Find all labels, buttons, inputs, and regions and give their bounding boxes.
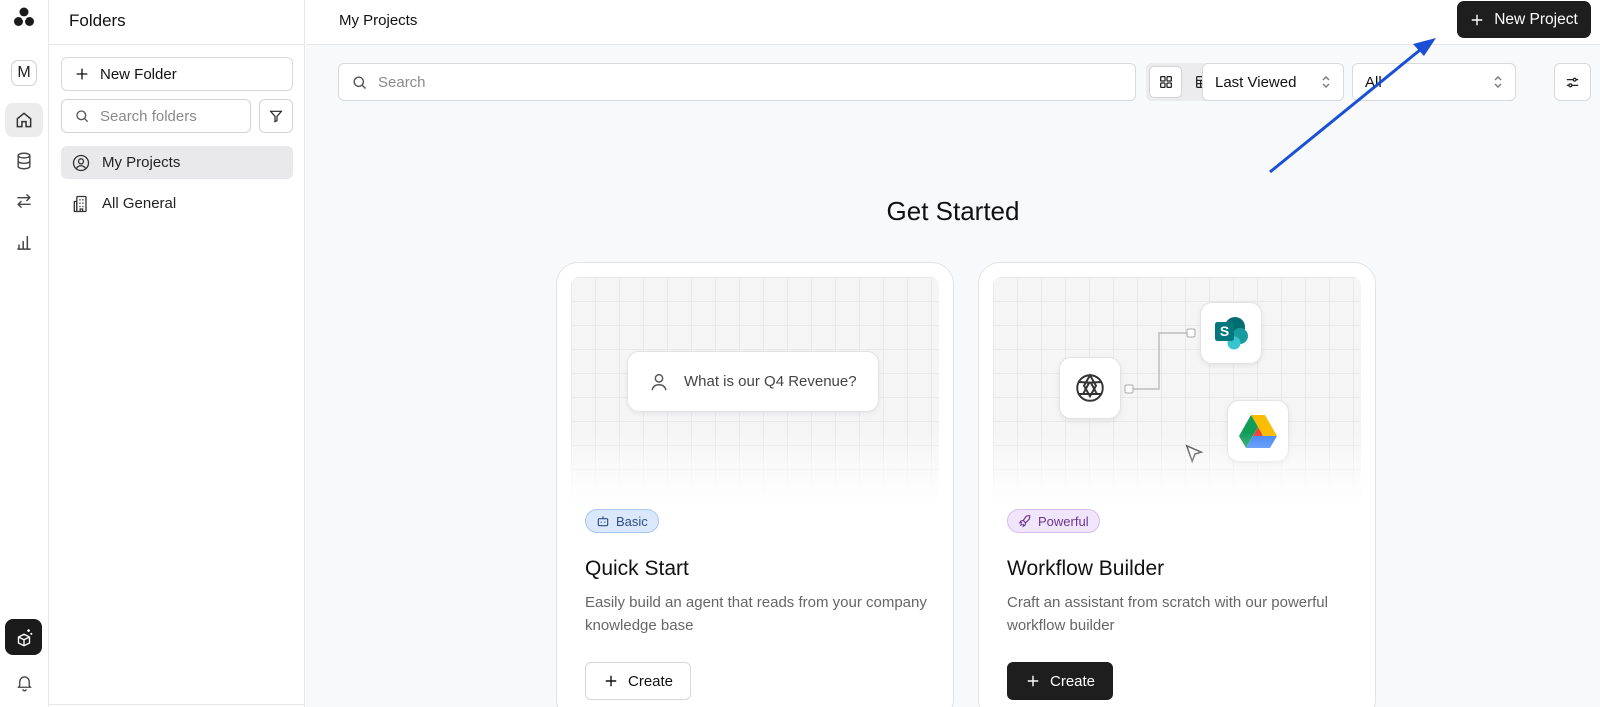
type-filter-select[interactable]: All: [1352, 63, 1516, 101]
notifications-button[interactable]: [5, 665, 43, 699]
sort-select[interactable]: Last Viewed: [1202, 63, 1344, 101]
sharepoint-icon: S: [1215, 317, 1248, 350]
search-placeholder: Search: [378, 73, 426, 91]
chevron-updown-icon: [1494, 76, 1502, 88]
transfer-nav-button[interactable]: [5, 184, 43, 218]
app-logo[interactable]: [12, 6, 36, 30]
new-project-button[interactable]: New Project: [1457, 1, 1591, 38]
sparkle-cube-icon: [17, 629, 32, 647]
analytics-nav-button[interactable]: [5, 225, 43, 259]
rocket-icon: [1018, 515, 1031, 528]
question-text: What is our Q4 Revenue?: [684, 373, 857, 390]
project-search-input[interactable]: Search: [338, 63, 1136, 101]
plus-icon: [1471, 14, 1483, 25]
filter-button[interactable]: [259, 99, 293, 133]
robot-icon: [597, 516, 609, 527]
sidebar-item-label: All General: [102, 195, 177, 212]
database-nav-button[interactable]: [5, 144, 43, 178]
powerful-badge: Powerful: [1007, 509, 1100, 533]
badge-label: Basic: [616, 513, 648, 529]
user-icon: [651, 373, 667, 390]
card-description: Craft an assistant from scratch with our…: [1007, 594, 1328, 634]
building-icon: [73, 195, 87, 212]
card-description: Easily build an agent that reads from yo…: [585, 594, 927, 634]
sort-select-value: Last Viewed: [1215, 73, 1297, 91]
openai-tile: [1059, 357, 1121, 419]
workflow-illustration: S: [993, 277, 1361, 502]
sidebar-item-label: My Projects: [102, 154, 181, 171]
main-content: My Projects New Project Search Last View…: [306, 0, 1600, 707]
plus-icon: [1027, 675, 1039, 687]
search-icon: [76, 110, 89, 123]
top-bar: My Projects New Project: [306, 0, 1600, 45]
plus-icon: [605, 675, 617, 687]
home-nav-button[interactable]: [5, 103, 43, 137]
badge-label: Powerful: [1038, 513, 1089, 529]
grid-icon: [1159, 76, 1172, 88]
sidebar-title: Folders: [49, 0, 304, 45]
type-filter-value: All: [1365, 73, 1382, 91]
view-settings-button[interactable]: [1554, 63, 1591, 101]
basic-badge: Basic: [585, 509, 659, 533]
user-circle-icon: [72, 154, 90, 171]
workspace-avatar[interactable]: M: [11, 60, 37, 86]
question-bubble: What is our Q4 Revenue?: [627, 351, 879, 412]
new-project-label: New Project: [1494, 10, 1578, 28]
new-folder-button[interactable]: New Folder: [61, 57, 293, 91]
plus-icon: [76, 68, 88, 80]
bell-icon: [16, 675, 32, 691]
arrows-swap-icon: [17, 193, 31, 209]
workflow-builder-card[interactable]: S Powerful Workflow Builder Craft an ass…: [978, 262, 1376, 707]
create-label: Create: [1050, 672, 1096, 690]
sidebar-item-all-general[interactable]: All General: [61, 187, 293, 220]
icon-rail: M: [0, 0, 49, 707]
home-icon: [16, 112, 32, 128]
bar-chart-icon: [17, 236, 31, 250]
filter-icon: [269, 110, 283, 123]
illustration-fade: [993, 432, 1361, 502]
logo-icon: [14, 7, 34, 26]
sidebar-item-my-projects[interactable]: My Projects: [61, 146, 293, 179]
svg-text:S: S: [1220, 323, 1229, 339]
grid-view-button[interactable]: [1149, 66, 1182, 98]
quick-start-create-button[interactable]: Create: [585, 662, 692, 700]
new-folder-label: New Folder: [100, 65, 177, 83]
folders-sidebar: Folders New Folder Search folders My Pro…: [49, 0, 305, 707]
folder-search-placeholder: Search folders: [100, 107, 197, 125]
create-label: Create: [628, 672, 674, 690]
chevron-updown-icon: [1322, 76, 1330, 88]
ai-assistant-button[interactable]: [5, 619, 42, 655]
breadcrumb: My Projects: [339, 12, 418, 29]
quick-start-card[interactable]: What is our Q4 Revenue? Basic Quick Star…: [556, 262, 954, 707]
search-icon: [353, 75, 367, 89]
illustration-fade: [571, 432, 939, 502]
workflow-create-button[interactable]: Create: [1007, 662, 1114, 700]
sharepoint-tile: S: [1200, 302, 1262, 364]
card-title: Quick Start: [585, 557, 689, 580]
card-title: Workflow Builder: [1007, 557, 1165, 580]
openai-icon: [1076, 373, 1104, 402]
database-icon: [17, 152, 31, 170]
page-heading: Get Started: [886, 196, 1020, 226]
sliders-icon: [1566, 77, 1579, 87]
quick-start-illustration: What is our Q4 Revenue?: [571, 277, 939, 502]
folder-search-input[interactable]: Search folders: [61, 99, 251, 133]
